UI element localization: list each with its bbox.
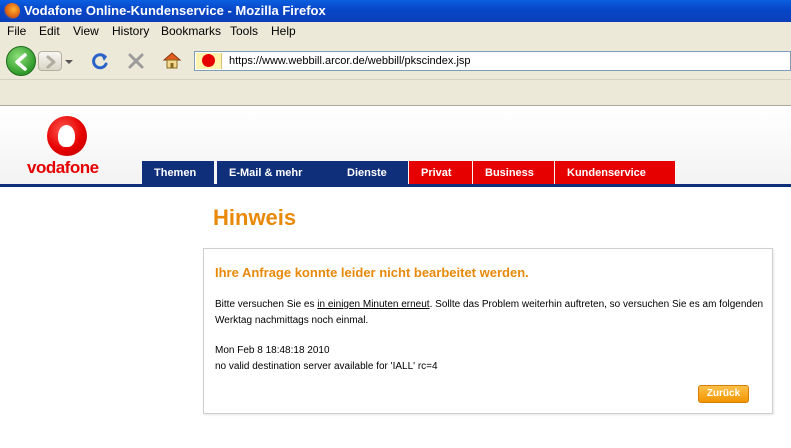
tab-business[interactable]: Business	[473, 161, 554, 184]
page-title: Hinweis	[213, 205, 297, 230]
menu-edit[interactable]: Edit	[39, 24, 60, 38]
retry-later-link[interactable]: in einigen Minuten erneut	[317, 299, 429, 310]
site-header: vodafone Themen E-Mail & mehr Dienste Pr…	[0, 106, 791, 184]
window-titlebar: Vodafone Online-Kundenservice - Mozilla …	[0, 0, 791, 22]
reload-button[interactable]	[90, 51, 110, 71]
stop-button[interactable]	[126, 51, 146, 71]
url-text: https://www.webbill.arcor.de/webbill/pks…	[229, 55, 471, 67]
window-title: Vodafone Online-Kundenservice - Mozilla …	[24, 3, 326, 18]
site-identity-icon[interactable]	[196, 53, 222, 69]
error-timestamp: Mon Feb 8 18:48:18 2010	[215, 345, 330, 356]
back-button-zurueck[interactable]: Zurück	[698, 385, 749, 403]
tab-themen[interactable]: Themen	[142, 161, 214, 184]
arrow-right-icon	[46, 55, 56, 69]
menu-bookmarks[interactable]: Bookmarks	[161, 24, 221, 38]
error-text-start: Bitte versuchen Sie es	[215, 299, 318, 310]
menu-bar: File Edit View History Bookmarks Tools H…	[0, 22, 791, 41]
error-title: Ihre Anfrage konnte leider nicht bearbei…	[215, 265, 529, 280]
tab-dienste[interactable]: Dienste	[335, 161, 408, 184]
history-dropdown-button[interactable]	[64, 55, 74, 67]
tab-privat[interactable]: Privat	[409, 161, 472, 184]
error-description: Bitte versuchen Sie es in einigen Minute…	[215, 297, 765, 329]
navigation-divider	[0, 184, 791, 187]
arrow-left-icon	[15, 53, 27, 71]
vodafone-logo-icon[interactable]	[47, 116, 87, 156]
tab-email-mehr[interactable]: E-Mail & mehr	[217, 161, 335, 184]
tab-kundenservice[interactable]: Kundenservice	[555, 161, 675, 184]
bookmarks-toolbar	[0, 80, 791, 106]
home-button[interactable]	[162, 50, 182, 70]
navigation-toolbar: https://www.webbill.arcor.de/webbill/pks…	[0, 41, 791, 80]
vodafone-logo-text[interactable]: vodafone	[27, 158, 99, 178]
chevron-down-icon	[65, 60, 73, 64]
menu-history[interactable]: History	[112, 24, 149, 38]
reload-icon	[92, 53, 108, 70]
firefox-icon	[4, 3, 20, 19]
menu-tools[interactable]: Tools	[230, 24, 258, 38]
home-icon	[162, 52, 182, 69]
address-bar[interactable]: https://www.webbill.arcor.de/webbill/pks…	[194, 51, 791, 71]
menu-view[interactable]: View	[73, 24, 99, 38]
menu-help[interactable]: Help	[271, 24, 296, 38]
forward-button[interactable]	[38, 51, 62, 71]
error-message-box: Ihre Anfrage konnte leider nicht bearbei…	[203, 248, 773, 414]
stop-icon	[128, 53, 144, 69]
error-detail: no valid destination server available fo…	[215, 361, 438, 372]
menu-file[interactable]: File	[7, 24, 26, 38]
back-button[interactable]	[6, 46, 36, 76]
